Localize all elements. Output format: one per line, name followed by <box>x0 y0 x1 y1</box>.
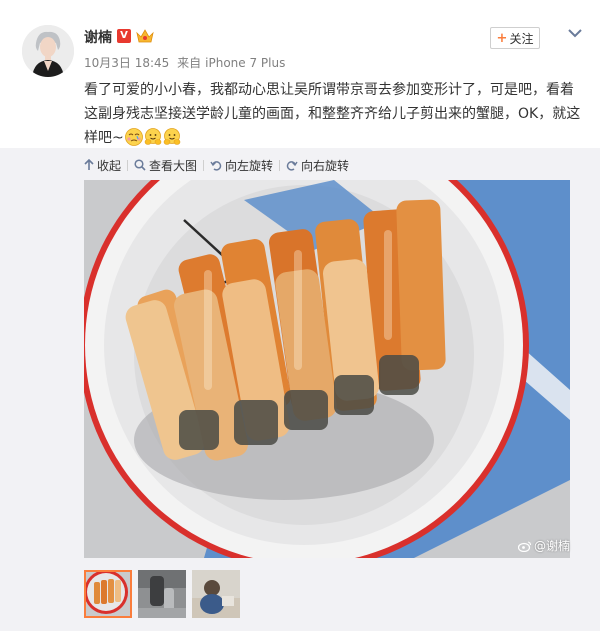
main-photo[interactable] <box>84 180 570 558</box>
rotate-left-button[interactable]: 向左旋转 <box>204 157 279 174</box>
rotate-left-icon <box>210 161 222 171</box>
follow-button[interactable]: + 关注 <box>490 27 540 49</box>
rotate-right-button[interactable]: 向右旋转 <box>280 157 355 174</box>
thumbnail-1[interactable] <box>84 570 132 618</box>
collapse-label: 收起 <box>97 158 122 173</box>
media-toolbar: 收起 查看大图 向左旋转 向右旋转 <box>84 156 355 174</box>
post-meta: 10月3日 18:45 来自 iPhone 7 Plus <box>84 54 289 71</box>
post-date[interactable]: 10月3日 18:45 <box>84 56 169 70</box>
hug-emoji <box>144 128 162 146</box>
thumbnail-2[interactable] <box>138 570 186 618</box>
vip-crown-icon[interactable] <box>136 28 154 44</box>
photo-watermark: @谢楠 <box>518 537 570 554</box>
view-large-button[interactable]: 查看大图 <box>128 157 203 174</box>
view-large-label: 查看大图 <box>149 158 198 173</box>
rotate-right-icon <box>286 161 298 171</box>
post-source[interactable]: iPhone 7 Plus <box>205 56 285 70</box>
source-prefix: 来自 <box>177 56 202 70</box>
weibo-post-card: 谢楠 V 10月3日 18:45 来自 iPhone 7 Plus + 关注 看了… <box>0 0 600 631</box>
thumbnail-strip <box>84 570 240 618</box>
chevron-down-icon[interactable] <box>567 24 583 38</box>
watermark-text: @谢楠 <box>534 539 571 553</box>
follow-label: 关注 <box>509 31 534 46</box>
weibo-logo-icon <box>518 540 532 552</box>
collapse-button[interactable]: 收起 <box>84 157 127 174</box>
tear-face-emoji <box>124 128 143 146</box>
hug-emoji <box>163 128 181 146</box>
post-body: 看了可爱的小小春，我都动心思让吴所谓带京哥去参加变形计了，可是吧，看着这副身残志… <box>84 78 584 150</box>
collapse-arrow-icon <box>84 159 94 170</box>
thumbnail-3[interactable] <box>192 570 240 618</box>
avatar[interactable] <box>22 25 74 77</box>
verified-icon: V <box>117 29 131 43</box>
rotate-left-label: 向左旋转 <box>225 158 274 173</box>
magnifier-icon <box>134 159 146 171</box>
rotate-right-label: 向右旋转 <box>301 158 350 173</box>
plus-icon: + <box>496 30 508 46</box>
username[interactable]: 谢楠 <box>84 27 112 47</box>
